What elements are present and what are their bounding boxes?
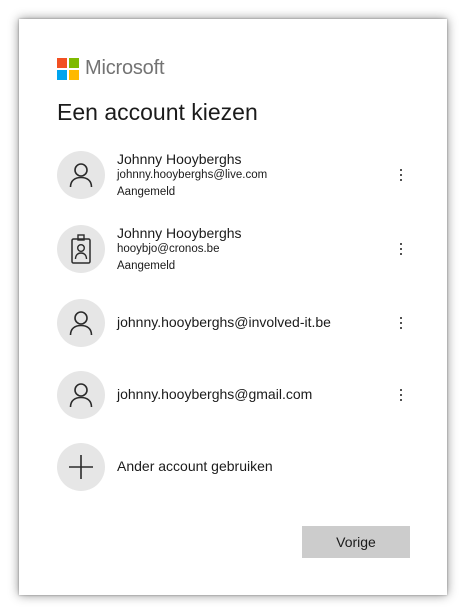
more-options-icon[interactable] — [393, 311, 409, 335]
work-badge-icon — [71, 234, 91, 264]
person-icon — [69, 163, 93, 188]
account-picker-dialog: Microsoft Een account kiezen Johnny Hooy… — [19, 19, 447, 595]
more-options-icon[interactable] — [393, 383, 409, 407]
microsoft-logo-icon — [57, 57, 79, 80]
account-email: hooybjo@cronos.be — [117, 243, 220, 255]
account-email: johnny.hooyberghs@gmail.com — [117, 386, 313, 402]
page-title: Een account kiezen — [57, 99, 258, 125]
avatar — [57, 371, 105, 419]
account-name: Johnny Hooyberghs — [117, 151, 242, 167]
plus-icon — [69, 455, 93, 479]
back-button[interactable]: Vorige — [302, 526, 410, 558]
account-name: Johnny Hooyberghs — [117, 225, 242, 241]
account-info: Ander account gebruiken — [117, 459, 409, 475]
microsoft-brand: Microsoft — [57, 57, 165, 80]
account-item-cronos[interactable]: Johnny Hooyberghs hooybjo@cronos.be Aang… — [57, 224, 409, 274]
use-another-account-label: Ander account gebruiken — [117, 458, 273, 474]
account-info: Johnny Hooyberghs johnny.hooyberghs@live… — [117, 152, 409, 198]
account-email: johnny.hooyberghs@live.com — [117, 169, 268, 181]
use-another-account[interactable]: Ander account gebruiken — [57, 442, 409, 492]
more-options-icon[interactable] — [393, 237, 409, 261]
brand-name: Microsoft — [85, 57, 165, 79]
avatar — [57, 225, 105, 273]
avatar — [57, 299, 105, 347]
account-status: Aangemeld — [117, 259, 176, 272]
more-options-icon[interactable] — [393, 163, 409, 187]
avatar — [57, 151, 105, 199]
person-icon — [69, 311, 93, 336]
account-item-live[interactable]: Johnny Hooyberghs johnny.hooyberghs@live… — [57, 150, 409, 200]
account-info: johnny.hooyberghs@gmail.com — [117, 387, 409, 403]
account-info: Johnny Hooyberghs hooybjo@cronos.be Aang… — [117, 226, 409, 272]
person-icon — [69, 383, 93, 408]
account-item-involved-it[interactable]: johnny.hooyberghs@involved-it.be — [57, 298, 409, 348]
account-email: johnny.hooyberghs@involved-it.be — [117, 314, 331, 330]
avatar — [57, 443, 105, 491]
account-info: johnny.hooyberghs@involved-it.be — [117, 315, 409, 331]
account-status: Aangemeld — [117, 185, 176, 198]
account-item-gmail[interactable]: johnny.hooyberghs@gmail.com — [57, 370, 409, 420]
